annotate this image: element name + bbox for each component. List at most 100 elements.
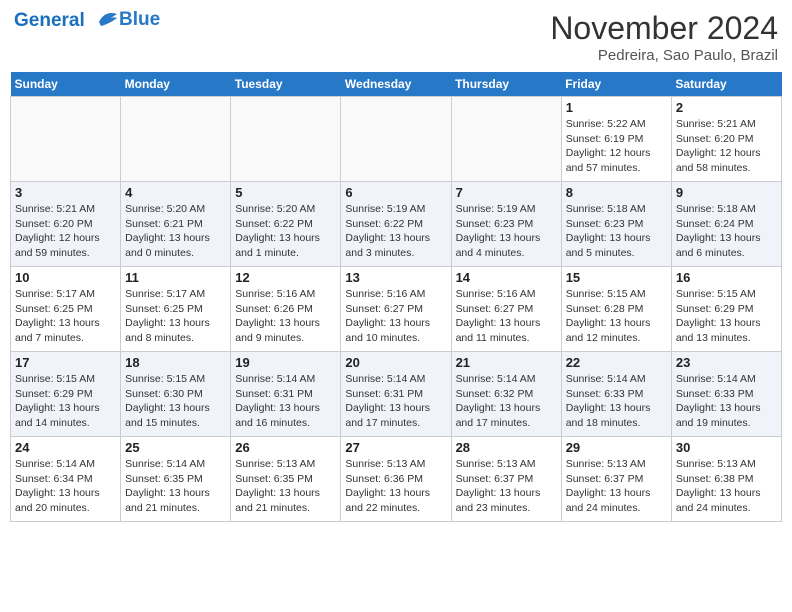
location-subtitle: Pedreira, Sao Paulo, Brazil	[550, 47, 778, 64]
calendar-day-cell: 21 Sunrise: 5:14 AM Sunset: 6:32 PM Dayli…	[451, 352, 561, 437]
calendar-day-cell: 16Sunrise: 5:15 AM Sunset: 6:29 PM Dayli…	[671, 267, 781, 352]
calendar-day-cell: 7 Sunrise: 5:19 AM Sunset: 6:23 PM Daylig…	[451, 182, 561, 267]
calendar-day-cell: 1 Sunrise: 5:22 AM Sunset: 6:19 PM Daylig…	[561, 97, 671, 182]
calendar-day-cell: 9Sunrise: 5:18 AM Sunset: 6:24 PM Daylig…	[671, 182, 781, 267]
day-number: 11	[125, 270, 226, 285]
calendar-day-cell: 8 Sunrise: 5:18 AM Sunset: 6:23 PM Daylig…	[561, 182, 671, 267]
calendar-day-cell: 20 Sunrise: 5:14 AM Sunset: 6:31 PM Dayli…	[341, 352, 451, 437]
day-info: Sunrise: 5:21 AM Sunset: 6:20 PM Dayligh…	[676, 117, 777, 176]
day-number: 28	[456, 440, 557, 455]
day-info: Sunrise: 5:16 AM Sunset: 6:27 PM Dayligh…	[456, 287, 557, 346]
day-info: Sunrise: 5:14 AM Sunset: 6:31 PM Dayligh…	[235, 372, 336, 431]
day-number: 8	[566, 185, 667, 200]
calendar-day-cell: 24 Sunrise: 5:14 AM Sunset: 6:34 PM Dayli…	[11, 437, 121, 522]
day-info: Sunrise: 5:13 AM Sunset: 6:38 PM Dayligh…	[676, 457, 777, 516]
day-info: Sunrise: 5:14 AM Sunset: 6:33 PM Dayligh…	[566, 372, 667, 431]
day-number: 5	[235, 185, 336, 200]
day-info: Sunrise: 5:17 AM Sunset: 6:25 PM Dayligh…	[15, 287, 116, 346]
day-number: 21	[456, 355, 557, 370]
calendar-week-row: 17 Sunrise: 5:15 AM Sunset: 6:29 PM Dayli…	[11, 352, 782, 437]
calendar-day-cell: 4 Sunrise: 5:20 AM Sunset: 6:21 PM Daylig…	[121, 182, 231, 267]
month-title: November 2024	[550, 10, 778, 47]
day-number: 29	[566, 440, 667, 455]
day-info: Sunrise: 5:20 AM Sunset: 6:21 PM Dayligh…	[125, 202, 226, 261]
day-info: Sunrise: 5:14 AM Sunset: 6:33 PM Dayligh…	[676, 372, 777, 431]
day-number: 20	[345, 355, 446, 370]
day-info: Sunrise: 5:21 AM Sunset: 6:20 PM Dayligh…	[15, 202, 116, 261]
day-number: 25	[125, 440, 226, 455]
calendar-day-cell: 17 Sunrise: 5:15 AM Sunset: 6:29 PM Dayli…	[11, 352, 121, 437]
day-info: Sunrise: 5:13 AM Sunset: 6:37 PM Dayligh…	[456, 457, 557, 516]
day-number: 19	[235, 355, 336, 370]
day-info: Sunrise: 5:19 AM Sunset: 6:22 PM Dayligh…	[345, 202, 446, 261]
day-info: Sunrise: 5:15 AM Sunset: 6:29 PM Dayligh…	[15, 372, 116, 431]
calendar-day-cell: 23Sunrise: 5:14 AM Sunset: 6:33 PM Dayli…	[671, 352, 781, 437]
calendar-day-cell: 25Sunrise: 5:14 AM Sunset: 6:35 PM Dayli…	[121, 437, 231, 522]
day-number: 7	[456, 185, 557, 200]
calendar-day-cell: 14Sunrise: 5:16 AM Sunset: 6:27 PM Dayli…	[451, 267, 561, 352]
weekday-header-saturday: Saturday	[671, 72, 781, 97]
weekday-header-thursday: Thursday	[451, 72, 561, 97]
calendar-day-cell: 15 Sunrise: 5:15 AM Sunset: 6:28 PM Dayli…	[561, 267, 671, 352]
day-info: Sunrise: 5:15 AM Sunset: 6:28 PM Dayligh…	[566, 287, 667, 346]
calendar-day-cell	[341, 97, 451, 182]
day-number: 3	[15, 185, 116, 200]
day-number: 4	[125, 185, 226, 200]
calendar-day-cell: 6Sunrise: 5:19 AM Sunset: 6:22 PM Daylig…	[341, 182, 451, 267]
calendar-day-cell: 19 Sunrise: 5:14 AM Sunset: 6:31 PM Dayli…	[231, 352, 341, 437]
day-info: Sunrise: 5:14 AM Sunset: 6:32 PM Dayligh…	[456, 372, 557, 431]
day-number: 2	[676, 100, 777, 115]
day-number: 16	[676, 270, 777, 285]
weekday-header-sunday: Sunday	[11, 72, 121, 97]
day-number: 24	[15, 440, 116, 455]
page-header: General Blue November 2024 Pedreira, Sao…	[10, 10, 782, 64]
calendar-day-cell: 27 Sunrise: 5:13 AM Sunset: 6:36 PM Dayli…	[341, 437, 451, 522]
day-info: Sunrise: 5:22 AM Sunset: 6:19 PM Dayligh…	[566, 117, 667, 176]
calendar-week-row: 10 Sunrise: 5:17 AM Sunset: 6:25 PM Dayli…	[11, 267, 782, 352]
day-info: Sunrise: 5:14 AM Sunset: 6:31 PM Dayligh…	[345, 372, 446, 431]
weekday-header-tuesday: Tuesday	[231, 72, 341, 97]
calendar-day-cell: 12Sunrise: 5:16 AM Sunset: 6:26 PM Dayli…	[231, 267, 341, 352]
calendar-day-cell: 13Sunrise: 5:16 AM Sunset: 6:27 PM Dayli…	[341, 267, 451, 352]
calendar-day-cell: 18 Sunrise: 5:15 AM Sunset: 6:30 PM Dayli…	[121, 352, 231, 437]
day-info: Sunrise: 5:20 AM Sunset: 6:22 PM Dayligh…	[235, 202, 336, 261]
calendar-day-cell	[231, 97, 341, 182]
calendar-day-cell	[11, 97, 121, 182]
calendar-day-cell: 5 Sunrise: 5:20 AM Sunset: 6:22 PM Daylig…	[231, 182, 341, 267]
day-number: 10	[15, 270, 116, 285]
day-info: Sunrise: 5:13 AM Sunset: 6:37 PM Dayligh…	[566, 457, 667, 516]
day-info: Sunrise: 5:17 AM Sunset: 6:25 PM Dayligh…	[125, 287, 226, 346]
weekday-header-row: SundayMondayTuesdayWednesdayThursdayFrid…	[11, 72, 782, 97]
calendar-week-row: 1 Sunrise: 5:22 AM Sunset: 6:19 PM Daylig…	[11, 97, 782, 182]
calendar-day-cell: 30 Sunrise: 5:13 AM Sunset: 6:38 PM Dayli…	[671, 437, 781, 522]
day-info: Sunrise: 5:19 AM Sunset: 6:23 PM Dayligh…	[456, 202, 557, 261]
weekday-header-friday: Friday	[561, 72, 671, 97]
day-number: 27	[345, 440, 446, 455]
calendar-day-cell: 11 Sunrise: 5:17 AM Sunset: 6:25 PM Dayli…	[121, 267, 231, 352]
logo-bird-icon	[93, 10, 119, 32]
day-number: 26	[235, 440, 336, 455]
weekday-header-wednesday: Wednesday	[341, 72, 451, 97]
weekday-header-monday: Monday	[121, 72, 231, 97]
calendar-day-cell: 26Sunrise: 5:13 AM Sunset: 6:35 PM Dayli…	[231, 437, 341, 522]
day-info: Sunrise: 5:14 AM Sunset: 6:34 PM Dayligh…	[15, 457, 116, 516]
day-number: 17	[15, 355, 116, 370]
calendar-day-cell: 2 Sunrise: 5:21 AM Sunset: 6:20 PM Daylig…	[671, 97, 781, 182]
calendar-day-cell: 10 Sunrise: 5:17 AM Sunset: 6:25 PM Dayli…	[11, 267, 121, 352]
calendar-day-cell	[451, 97, 561, 182]
day-number: 1	[566, 100, 667, 115]
logo: General Blue	[14, 10, 160, 32]
day-number: 30	[676, 440, 777, 455]
day-info: Sunrise: 5:18 AM Sunset: 6:23 PM Dayligh…	[566, 202, 667, 261]
day-number: 15	[566, 270, 667, 285]
day-info: Sunrise: 5:16 AM Sunset: 6:26 PM Dayligh…	[235, 287, 336, 346]
day-info: Sunrise: 5:16 AM Sunset: 6:27 PM Dayligh…	[345, 287, 446, 346]
calendar-day-cell	[121, 97, 231, 182]
day-info: Sunrise: 5:15 AM Sunset: 6:30 PM Dayligh…	[125, 372, 226, 431]
calendar-day-cell: 29 Sunrise: 5:13 AM Sunset: 6:37 PM Dayli…	[561, 437, 671, 522]
day-number: 18	[125, 355, 226, 370]
calendar-day-cell: 3 Sunrise: 5:21 AM Sunset: 6:20 PM Daylig…	[11, 182, 121, 267]
day-info: Sunrise: 5:13 AM Sunset: 6:36 PM Dayligh…	[345, 457, 446, 516]
day-info: Sunrise: 5:18 AM Sunset: 6:24 PM Dayligh…	[676, 202, 777, 261]
logo-blue: Blue	[119, 9, 160, 31]
